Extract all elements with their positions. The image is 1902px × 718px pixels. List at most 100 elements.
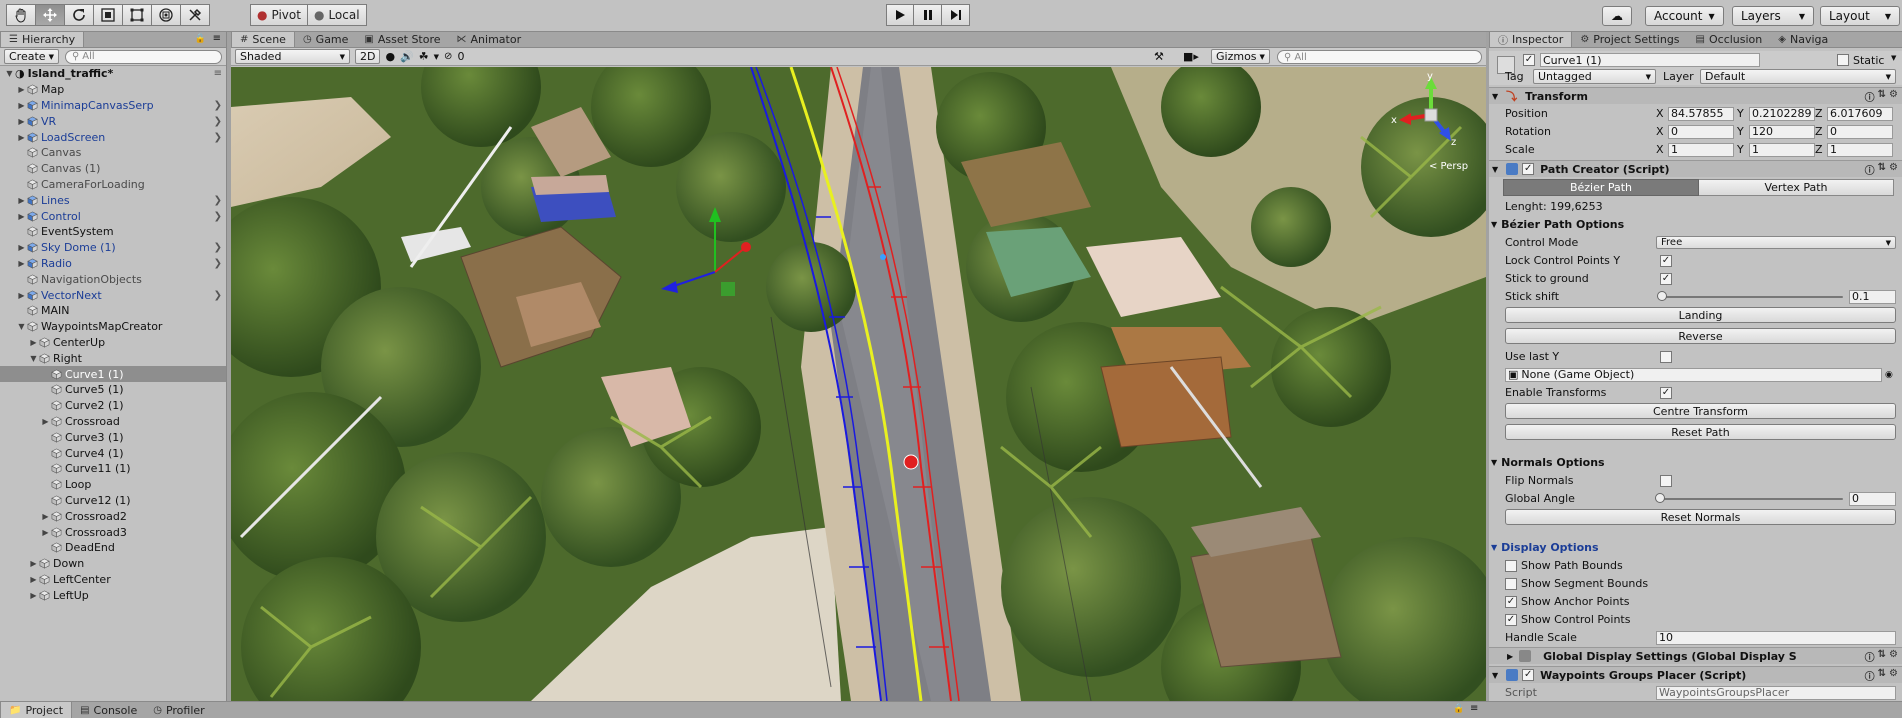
prefab-open-icon[interactable]: ❯: [214, 100, 222, 111]
tag-dropdown[interactable]: Untagged ▼: [1533, 69, 1656, 84]
expand-arrow-icon[interactable]: ▶: [16, 291, 27, 300]
reverse-button[interactable]: Reverse: [1505, 328, 1896, 344]
component-icons[interactable]: ⓘ ⇅ ⚙: [1865, 649, 1898, 664]
expand-arrow-icon[interactable]: ▶: [16, 259, 27, 268]
component-icons[interactable]: ⓘ ⇅ ⚙: [1865, 668, 1898, 683]
layout-dropdown[interactable]: Layout ▼: [1820, 6, 1900, 26]
hierarchy-item[interactable]: NavigationObjects: [0, 271, 226, 287]
expand-arrow-icon[interactable]: ▶: [28, 575, 39, 584]
component-icons[interactable]: ⓘ ⇅ ⚙: [1865, 162, 1898, 177]
prefab-open-icon[interactable]: ❯: [214, 116, 222, 127]
step-button[interactable]: [942, 4, 970, 26]
hierarchy-item[interactable]: Loop: [0, 477, 226, 493]
tab-navigation[interactable]: ◈ Naviga: [1770, 32, 1836, 47]
hierarchy-item[interactable]: ▶ LeftUp: [0, 587, 226, 603]
object-name-field[interactable]: Curve1 (1): [1540, 53, 1760, 67]
static-checkbox[interactable]: [1837, 54, 1849, 66]
panel-menu-icon[interactable]: ≡: [1470, 703, 1478, 714]
tab-profiler[interactable]: ◷ Profiler: [145, 702, 212, 718]
expand-arrow-icon[interactable]: ▶: [40, 512, 51, 521]
rotate-tool-icon[interactable]: [65, 4, 94, 26]
effects-icon[interactable]: ☘: [419, 50, 429, 63]
tab-project-settings[interactable]: ⚙ Project Settings: [1572, 32, 1687, 47]
hierarchy-item[interactable]: ▼ WaypointsMapCreator: [0, 319, 226, 335]
tab-occlusion[interactable]: ▤ Occlusion: [1688, 32, 1771, 47]
expand-arrow-icon[interactable]: ▶: [16, 196, 27, 205]
object-picker-icon[interactable]: ◉: [1885, 370, 1893, 380]
expand-arrow-icon[interactable]: ▶: [40, 528, 51, 537]
stick-shift-slider[interactable]: [1662, 296, 1843, 298]
transform-rotation-z-field[interactable]: 0: [1827, 124, 1893, 139]
show-segment-bounds-checkbox[interactable]: [1505, 577, 1517, 590]
bezier-path-tab[interactable]: Bézier Path: [1503, 179, 1699, 196]
transform-position-x-field[interactable]: 84.57855: [1668, 106, 1734, 121]
hierarchy-item[interactable]: Curve1 (1): [0, 366, 226, 382]
landing-button[interactable]: Landing: [1505, 307, 1896, 323]
expand-arrow-icon[interactable]: ▶: [28, 591, 39, 600]
help-icon[interactable]: ⓘ: [1865, 162, 1875, 177]
component-enabled-checkbox[interactable]: ✓: [1522, 163, 1535, 175]
expand-arrow-icon[interactable]: ▶: [16, 117, 27, 126]
path-creator-header[interactable]: ▼ ✓ Path Creator (Script) ⓘ ⇅ ⚙: [1489, 160, 1902, 177]
transform-scale-z-field[interactable]: 1: [1827, 142, 1893, 157]
scale-tool-icon[interactable]: [94, 4, 123, 26]
preset-icon[interactable]: ⇅: [1878, 668, 1886, 683]
gear-icon[interactable]: ⚙: [1889, 668, 1898, 683]
preset-icon[interactable]: ⇅: [1878, 649, 1886, 664]
component-icons[interactable]: ⓘ ⇅ ⚙: [1865, 89, 1898, 104]
audio-icon[interactable]: 🔊: [400, 50, 414, 63]
prefab-open-icon[interactable]: ❯: [214, 242, 222, 253]
hierarchy-item[interactable]: ▶ Crossroad3: [0, 524, 226, 540]
use-last-y-checkbox[interactable]: [1660, 350, 1672, 363]
play-button[interactable]: [886, 4, 914, 26]
expand-arrow-icon[interactable]: ▶: [28, 338, 39, 347]
caret-down-icon[interactable]: ▼: [1891, 54, 1896, 62]
stick-ground-checkbox[interactable]: ✓: [1660, 272, 1672, 285]
hierarchy-item[interactable]: ▶ Crossroad2: [0, 508, 226, 524]
prefab-open-icon[interactable]: ❯: [214, 290, 222, 301]
global-angle-slider[interactable]: [1660, 498, 1843, 500]
lock-icon[interactable]: 🔒: [1453, 704, 1464, 714]
transform-position-y-field[interactable]: 0.2102289: [1749, 106, 1815, 121]
display-options-header[interactable]: ▼ Display Options: [1489, 539, 1902, 556]
expand-arrow-icon[interactable]: ▶: [28, 559, 39, 568]
account-dropdown[interactable]: Account ▼: [1645, 6, 1724, 26]
game-object-field[interactable]: ▣ None (Game Object): [1505, 367, 1882, 382]
pause-button[interactable]: [914, 4, 942, 26]
hierarchy-item[interactable]: ▶ Radio ❯: [0, 256, 226, 272]
hidden-layers-icon[interactable]: ⊘: [444, 51, 452, 62]
hierarchy-item[interactable]: CameraForLoading: [0, 177, 226, 193]
enable-transforms-checkbox[interactable]: ✓: [1660, 386, 1672, 399]
show-control-points-checkbox[interactable]: ✓: [1505, 613, 1517, 626]
scene-search[interactable]: ⚲ All: [1277, 50, 1482, 64]
caret-down-icon[interactable]: ▼: [434, 53, 439, 61]
scene-root-row[interactable]: ▼ ◑ Island_traffic* ≡: [0, 66, 226, 82]
custom-tool-icon[interactable]: [181, 4, 210, 26]
hierarchy-item[interactable]: ▶ VectorNext ❯: [0, 287, 226, 303]
expand-arrow-icon[interactable]: ▼: [4, 69, 15, 78]
vertex-path-tab[interactable]: Vertex Path: [1699, 179, 1894, 196]
help-icon[interactable]: ⓘ: [1865, 649, 1875, 664]
component-enabled-checkbox[interactable]: ✓: [1522, 669, 1535, 681]
camera-icon[interactable]: ■▸: [1183, 50, 1199, 63]
stick-shift-slider-thumb[interactable]: [1657, 291, 1667, 301]
tab-hierarchy[interactable]: ☰ Hierarchy: [0, 32, 85, 47]
hierarchy-item[interactable]: ▶ Down: [0, 556, 226, 572]
tab-inspector[interactable]: ⓘ Inspector: [1489, 32, 1573, 47]
anchor-point[interactable]: [903, 454, 919, 470]
show-path-bounds-checkbox[interactable]: [1505, 559, 1517, 572]
prefab-open-icon[interactable]: ❯: [214, 132, 222, 143]
prefab-open-icon[interactable]: ❯: [214, 258, 222, 269]
hierarchy-item[interactable]: Curve4 (1): [0, 445, 226, 461]
centre-transform-button[interactable]: Centre Transform: [1505, 403, 1896, 419]
move-tool-icon[interactable]: [36, 4, 65, 26]
expand-arrow-icon[interactable]: ▶: [16, 85, 27, 94]
scene-menu-icon[interactable]: ≡: [214, 68, 222, 79]
control-mode-dropdown[interactable]: Free ▼: [1656, 236, 1896, 249]
scene-viewport[interactable]: y x z < Persp: [231, 67, 1486, 701]
hierarchy-item[interactable]: Curve5 (1): [0, 382, 226, 398]
hierarchy-item[interactable]: MAIN: [0, 303, 226, 319]
tab-game[interactable]: ◷ Game: [295, 32, 356, 47]
hierarchy-item[interactable]: Curve12 (1): [0, 493, 226, 509]
pivot-button[interactable]: ● Pivot: [250, 4, 308, 26]
